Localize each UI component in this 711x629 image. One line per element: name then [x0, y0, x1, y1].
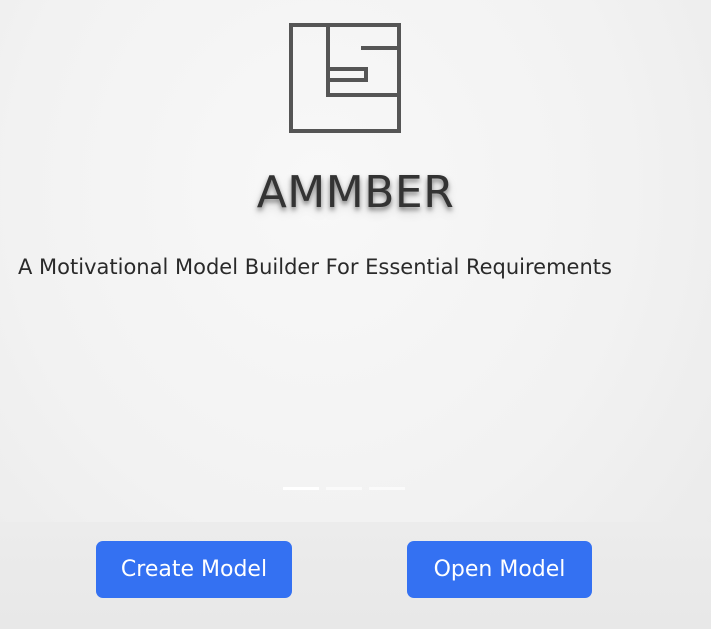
open-model-button[interactable]: Open Model — [407, 541, 592, 598]
create-model-button[interactable]: Create Model — [96, 541, 292, 598]
carousel-indicators — [283, 487, 405, 490]
carousel-indicator-3[interactable] — [369, 487, 405, 490]
app-title: AMMBER — [256, 167, 455, 218]
ammber-logo-icon — [289, 23, 401, 133]
carousel-indicator-2[interactable] — [326, 487, 362, 490]
intro-carousel: AMMBER A Motivational Model Builder For … — [0, 0, 711, 522]
welcome-screen: AMMBER A Motivational Model Builder For … — [0, 0, 711, 629]
carousel-indicator-1[interactable] — [283, 487, 319, 490]
app-tagline: A Motivational Model Builder For Essenti… — [18, 255, 612, 279]
action-bar: Create Model Open Model — [0, 522, 711, 629]
